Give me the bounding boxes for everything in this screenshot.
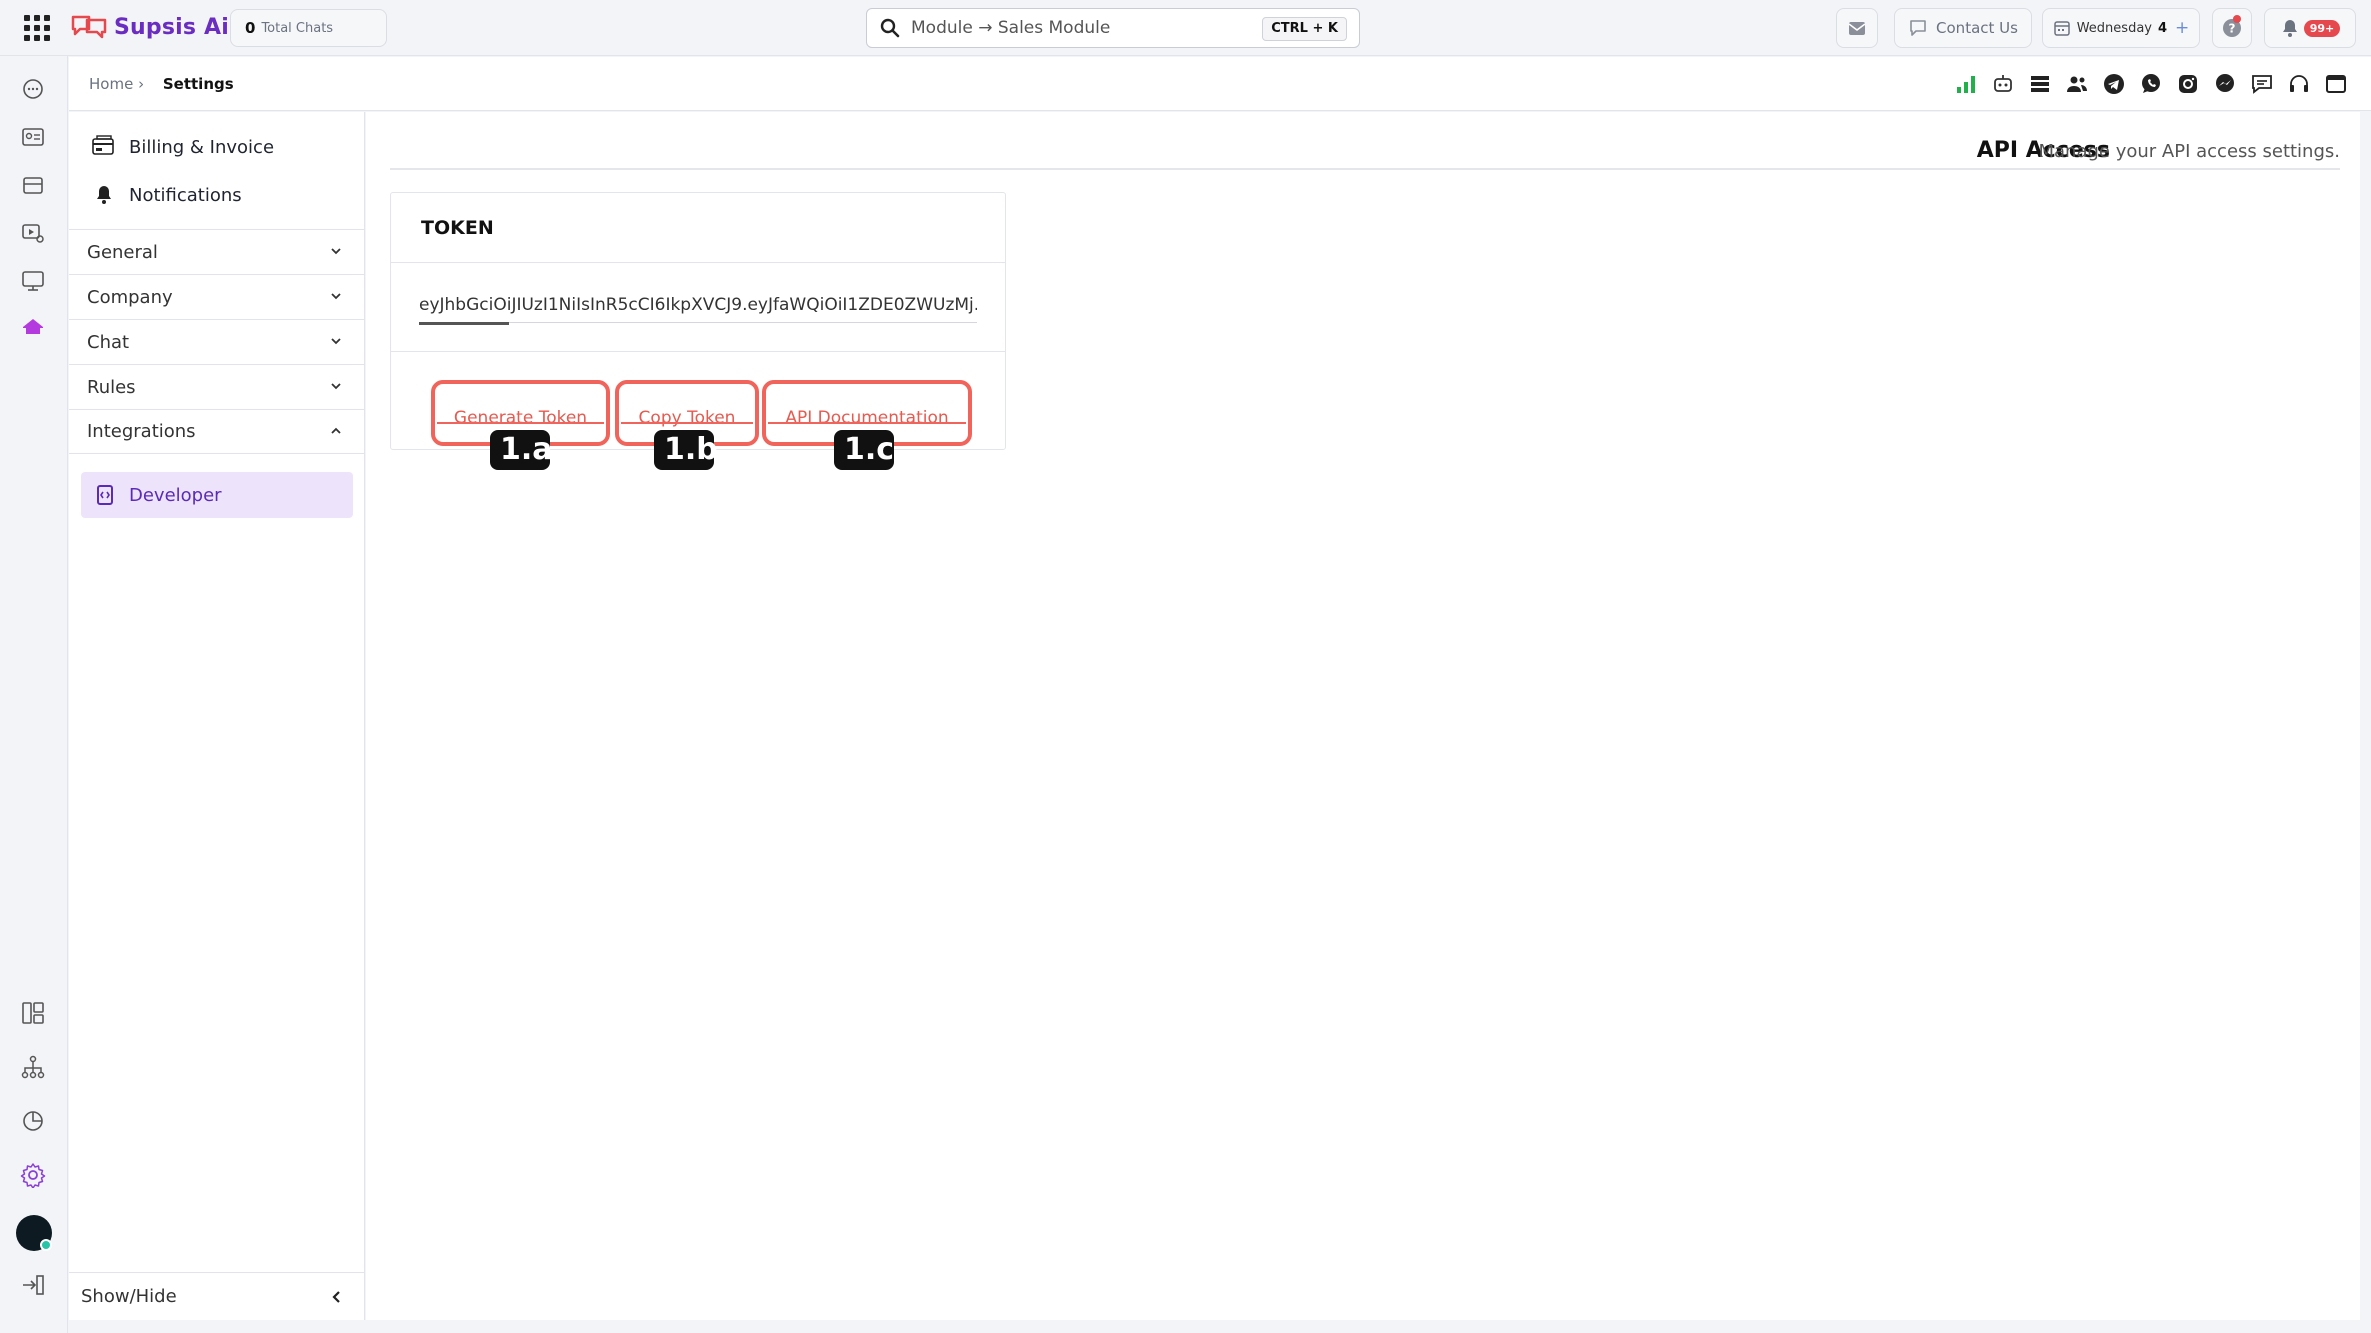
section-general[interactable]: General [69, 229, 365, 274]
top-bar: Supsis Ai 0 Total Chats CTRL + K Contact… [0, 0, 2371, 56]
app-logo[interactable]: Supsis Ai [70, 12, 229, 42]
rail-reports-icon[interactable] [18, 1106, 48, 1136]
show-hide-label: Show/Hide [81, 1286, 177, 1307]
search-icon [880, 18, 900, 38]
sidebar-item-developer[interactable]: Developer [81, 472, 353, 518]
chevron-down-icon [331, 248, 341, 255]
show-hide-toggle[interactable]: Show/Hide [69, 1272, 365, 1320]
annotation-marker-1c: 1.c [834, 430, 894, 470]
inbox-icon [1848, 22, 1866, 35]
user-avatar[interactable] [15, 1214, 53, 1252]
sidebar-item-billing-label: Billing & Invoice [129, 136, 275, 158]
telegram-icon[interactable] [2101, 71, 2127, 97]
sms-icon[interactable] [2249, 71, 2275, 97]
headset-icon[interactable] [2286, 71, 2312, 97]
rail-layout-icon[interactable] [18, 998, 48, 1028]
help-alert-dot [2233, 15, 2241, 23]
bell-icon [2282, 20, 2297, 37]
users-icon[interactable] [2064, 71, 2090, 97]
window-icon[interactable] [2323, 71, 2349, 97]
rail-home-icon[interactable] [18, 312, 48, 342]
main-content: API Access Manage your API access settin… [366, 112, 2360, 1320]
logo-chat-icon [70, 14, 108, 40]
calendar-button[interactable]: Wednesday 4 + [2042, 8, 2200, 48]
apps-grid-icon[interactable] [24, 15, 50, 41]
breadcrumb-bar: Home › Settings [69, 57, 2371, 111]
rail-monitor-icon[interactable] [18, 266, 48, 296]
section-chat[interactable]: Chat [69, 319, 365, 364]
total-chats-counter[interactable]: 0 Total Chats [230, 9, 387, 47]
token-heading: TOKEN [391, 193, 1005, 263]
section-company[interactable]: Company [69, 274, 365, 319]
rail-archive-icon[interactable] [18, 170, 48, 200]
total-chats-count: 0 [245, 19, 256, 37]
signal-bars-icon[interactable] [1953, 71, 1979, 97]
calendar-day-label: Wednesday [2076, 20, 2152, 36]
search-shortcut-badge: CTRL + K [1262, 17, 1347, 41]
sidebar-item-notifications[interactable]: Notifications [91, 180, 242, 210]
breadcrumb-home-link[interactable]: Home › [89, 75, 144, 93]
channel-icon-strip [1942, 71, 2349, 97]
sidebar-item-billing[interactable]: Billing & Invoice [91, 132, 274, 162]
section-chat-label: Chat [87, 331, 130, 353]
messenger-icon[interactable] [2212, 71, 2238, 97]
calendar-icon [2053, 21, 2070, 36]
add-event-icon[interactable]: + [2175, 18, 2189, 38]
token-field[interactable]: eyJhbGciOiJIUzI1NiIsInR5cCI6IkpXVCJ9.eyJ… [419, 293, 977, 323]
chevron-up-icon [331, 427, 341, 434]
svg-text:?: ? [2229, 22, 2236, 36]
settings-sidebar: Billing & Invoice Notifications General … [69, 112, 365, 1320]
sidebar-item-developer-label: Developer [129, 484, 222, 506]
chat-bubble-icon [1910, 20, 1926, 36]
inbox-button[interactable] [1836, 8, 1878, 48]
developer-icon [93, 483, 117, 507]
contact-us-label: Contact Us [1936, 19, 2018, 37]
section-integrations[interactable]: Integrations [69, 409, 365, 454]
section-integrations-label: Integrations [87, 421, 196, 442]
calendar-day-number: 4 [2157, 20, 2168, 36]
sidebar-item-notifications-label: Notifications [129, 184, 242, 206]
search-bar[interactable]: CTRL + K [866, 8, 1360, 48]
section-rules-label: Rules [87, 376, 136, 398]
chevron-down-icon [331, 383, 341, 390]
annotation-marker-1b: 1.b [654, 430, 718, 470]
instagram-icon[interactable] [2175, 71, 2201, 97]
section-company-label: Company [87, 286, 173, 308]
rail-logout-icon[interactable] [18, 1270, 48, 1300]
token-field-focus-bar [419, 322, 509, 325]
chevron-down-icon [331, 338, 341, 345]
left-rail [0, 56, 68, 1333]
logo-text: Supsis Ai [114, 14, 230, 40]
list-icon[interactable] [2027, 71, 2053, 97]
billing-icon [91, 134, 117, 160]
page-header: API Access Manage your API access settin… [390, 130, 2340, 170]
search-input[interactable] [911, 18, 1281, 38]
rail-media-settings-icon[interactable] [18, 218, 48, 248]
total-chats-label: Total Chats [261, 20, 334, 36]
chevron-down-icon [331, 293, 341, 300]
section-rules[interactable]: Rules [69, 364, 365, 409]
bot-icon[interactable] [1990, 71, 2016, 97]
bell-icon [91, 182, 117, 208]
breadcrumb-current: Settings [162, 75, 234, 93]
breadcrumb: Home › Settings [89, 75, 234, 93]
annotation-marker-1a: 1.a [490, 430, 553, 470]
chevron-left-icon [332, 1291, 340, 1303]
notification-count-badge: 99+ [2303, 19, 2341, 37]
rail-settings-gear-icon[interactable] [18, 1160, 48, 1190]
page-subtitle: Manage your API access settings. [2038, 141, 2341, 162]
whatsapp-icon[interactable] [2138, 71, 2164, 97]
rail-hierarchy-icon[interactable] [18, 1052, 48, 1082]
contact-us-button[interactable]: Contact Us [1894, 8, 2032, 48]
rail-chats-icon[interactable] [18, 74, 48, 104]
help-button[interactable]: ? [2212, 8, 2252, 48]
section-general-label: General [87, 241, 158, 263]
rail-contacts-icon[interactable] [18, 122, 48, 152]
notifications-button[interactable]: 99+ [2264, 8, 2356, 48]
token-card: TOKEN eyJhbGciOiJIUzI1NiIsInR5cCI6IkpXVC… [390, 192, 1006, 450]
